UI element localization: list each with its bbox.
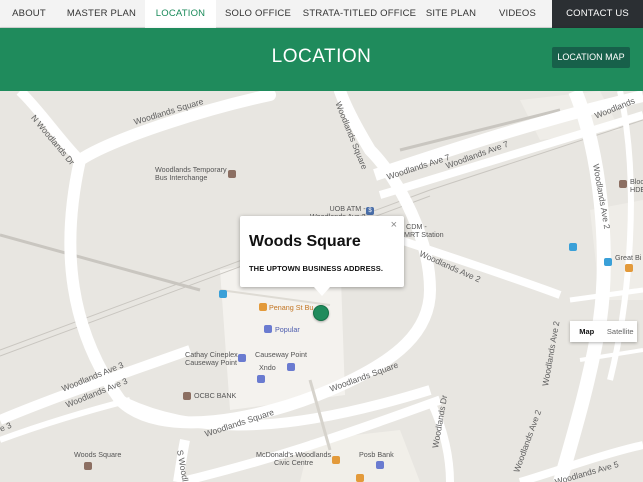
place-label: MRT Station: [404, 230, 444, 239]
nav-site-plan[interactable]: SITE PLAN: [419, 0, 483, 28]
bus-icon: [228, 170, 236, 178]
transit-icon: [569, 243, 577, 251]
restaurant-icon: [625, 264, 633, 272]
top-nav: ABOUT MASTER PLAN LOCATION SOLO OFFICE S…: [0, 0, 643, 28]
nav-master-plan[interactable]: MASTER PLAN: [58, 0, 145, 28]
place-label: Woodlands Temporary Bus Interchange: [155, 165, 227, 182]
place-label: Great Bi: [615, 253, 642, 262]
place-label: Penang St Bu: [269, 303, 314, 312]
place-label: Cathay Cineplex Causeway Point: [185, 350, 238, 367]
info-window: × Woods Square THE UPTOWN BUSINESS ADDRE…: [240, 216, 404, 296]
shopping-icon: [264, 325, 272, 333]
nav-contact-us[interactable]: CONTACT US: [552, 0, 643, 28]
shopping-icon: [257, 375, 265, 383]
cinema-icon: [238, 354, 246, 362]
place-label: OCBC BANK: [194, 391, 237, 400]
page-banner: LOCATION LOCATION MAP: [0, 28, 643, 91]
restaurant-icon: [356, 474, 364, 482]
atm-icon: $: [366, 207, 374, 215]
place-label: Woods Square: [74, 450, 122, 459]
location-map-button[interactable]: LOCATION MAP: [552, 47, 630, 68]
shopping-icon: [287, 363, 295, 371]
building-icon: [84, 462, 92, 470]
place-label: McDonald's Woodlands Civic Centre: [256, 450, 332, 467]
nav-about[interactable]: ABOUT: [0, 0, 58, 28]
page-title: LOCATION: [271, 46, 372, 67]
building-icon: [619, 180, 627, 188]
place-label: Xndo: [259, 363, 276, 372]
map-type-satellite[interactable]: Satellite: [604, 321, 638, 342]
place-label: HDE: [630, 185, 643, 194]
nav-location[interactable]: LOCATION: [145, 0, 216, 28]
map-type-map[interactable]: Map: [570, 321, 604, 342]
map-type-control: Map Satellite: [570, 321, 637, 342]
close-icon[interactable]: ×: [391, 219, 397, 231]
info-window-title: Woods Square: [249, 233, 361, 250]
nav-solo-office[interactable]: SOLO OFFICE: [216, 0, 300, 28]
location-marker[interactable]: [313, 305, 329, 321]
nav-strata-titled-office[interactable]: STRATA-TITLED OFFICE: [300, 0, 419, 28]
bank-icon: [376, 461, 384, 469]
restaurant-icon: [259, 303, 267, 311]
transit-icon: [604, 258, 612, 266]
nav-videos[interactable]: VIDEOS: [483, 0, 552, 28]
info-window-subtitle: THE UPTOWN BUSINESS ADDRESS.: [249, 264, 384, 273]
place-label: Posb Bank: [359, 450, 394, 459]
place-label: Popular: [275, 325, 300, 334]
bank-icon: [183, 392, 191, 400]
transit-icon: [219, 290, 227, 298]
restaurant-icon: [332, 456, 340, 464]
place-label: Causeway Point: [255, 350, 307, 359]
